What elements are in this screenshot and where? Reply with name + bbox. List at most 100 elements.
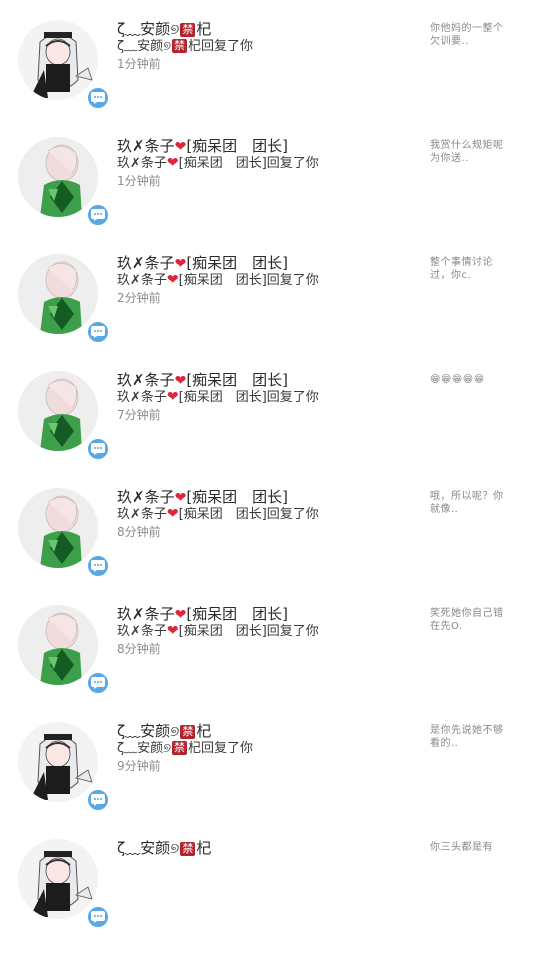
- username-prefix: ζ﹏安颜୭: [117, 722, 180, 740]
- notification-text: 玖✗条子❤[痴呆团 团长] 玖✗条子❤[痴呆团 团长]回复了你 1分钟前: [117, 137, 417, 190]
- reply-prefix: 玖✗条子: [117, 624, 167, 639]
- avatar-container[interactable]: [18, 722, 110, 812]
- avatar[interactable]: [18, 254, 98, 334]
- chat-bubble-icon: [86, 86, 110, 110]
- notification-text: 玖✗条子❤[痴呆团 团长] 玖✗条子❤[痴呆团 团长]回复了你 2分钟前: [117, 254, 417, 307]
- username-suffix: 杞: [196, 722, 212, 740]
- reply-prefix: 玖✗条子: [117, 273, 167, 288]
- comment-preview[interactable]: 你他妈的一整个欠训要..: [430, 22, 505, 48]
- comment-preview[interactable]: 整个事情讨论过，你c.: [430, 256, 505, 282]
- reply-suffix: 杞回复了你: [188, 39, 254, 54]
- username[interactable]: 玖✗条子❤[痴呆团 团长]: [117, 605, 417, 623]
- chat-bubble-icon: [86, 203, 110, 227]
- timestamp: 8分钟前: [117, 525, 161, 539]
- comment-preview[interactable]: 笑死她你自己错在先O.: [430, 607, 505, 633]
- reply-suffix: [痴呆团 团长]回复了你: [178, 156, 319, 171]
- reply-prefix: ζ﹏安颜୭: [117, 39, 172, 54]
- username[interactable]: ζ﹏安颜୭ 禁杞: [117, 839, 417, 857]
- username[interactable]: 玖✗条子❤[痴呆团 团长]: [117, 488, 417, 506]
- timestamp: 1分钟前: [117, 57, 161, 71]
- heart-icon: ❤: [166, 623, 179, 639]
- heart-icon: ❤: [174, 490, 187, 506]
- notification-text: ζ﹏安颜୭ 禁杞 ζ﹏安颜୭ 禁杞回复了你 1分钟前: [117, 20, 417, 73]
- reply-prefix: 玖✗条子: [117, 507, 167, 522]
- notification-item[interactable]: ζ﹏安颜୭ 禁杞 ζ﹏安颜୭ 禁杞回复了你 1分钟前 你他妈的一整个欠训要..: [0, 20, 533, 137]
- username-suffix: 杞: [196, 839, 212, 857]
- username[interactable]: 玖✗条子❤[痴呆团 团长]: [117, 254, 417, 272]
- username-prefix: 玖✗条子: [117, 488, 175, 506]
- reply-suffix: 杞回复了你: [188, 741, 254, 756]
- heart-icon: ❤: [174, 607, 187, 623]
- reply-prefix: 玖✗条子: [117, 156, 167, 171]
- heart-icon: ❤: [166, 389, 179, 405]
- heart-icon: ❤: [166, 155, 179, 171]
- avatar-container[interactable]: [18, 254, 110, 344]
- reply-suffix: [痴呆团 团长]回复了你: [178, 624, 319, 639]
- reply-prefix: ζ﹏安颜୭: [117, 741, 172, 756]
- chat-bubble-icon: [86, 320, 110, 344]
- avatar-container[interactable]: [18, 20, 110, 110]
- notification-item[interactable]: 玖✗条子❤[痴呆团 团长] 玖✗条子❤[痴呆团 团长]回复了你 2分钟前 整个事情讨论…: [0, 254, 533, 371]
- username-prefix: 玖✗条子: [117, 137, 175, 155]
- heart-icon: ❤: [174, 373, 187, 389]
- username-suffix: [痴呆团 团长]: [186, 137, 289, 155]
- notification-item[interactable]: ζ﹏安颜୭ 禁杞你三头都是有: [0, 839, 533, 956]
- reply-line: 玖✗条子❤[痴呆团 团长]回复了你: [117, 506, 417, 523]
- reply-line: 玖✗条子❤[痴呆团 团长]回复了你: [117, 389, 417, 406]
- username-prefix: 玖✗条子: [117, 605, 175, 623]
- chat-bubble-icon: [86, 554, 110, 578]
- comment-preview[interactable]: 😁😁😁😁😁: [430, 373, 505, 386]
- username[interactable]: ζ﹏安颜୭ 禁杞: [117, 722, 417, 740]
- avatar-container[interactable]: [18, 839, 110, 929]
- avatar-container[interactable]: [18, 488, 110, 578]
- reply-line: 玖✗条子❤[痴呆团 团长]回复了你: [117, 623, 417, 640]
- reply-suffix: [痴呆团 团长]回复了你: [178, 390, 319, 405]
- username-suffix: 杞: [196, 20, 212, 38]
- reply-suffix: [痴呆团 团长]回复了你: [178, 507, 319, 522]
- reply-line: [117, 857, 417, 874]
- avatar-container[interactable]: [18, 137, 110, 227]
- notification-text: ζ﹏安颜୭ 禁杞 ζ﹏安颜୭ 禁杞回复了你 9分钟前: [117, 722, 417, 775]
- notification-item[interactable]: 玖✗条子❤[痴呆团 团长] 玖✗条子❤[痴呆团 团长]回复了你 7分钟前 😁😁😁😁😁: [0, 371, 533, 488]
- ban-badge: 禁: [172, 39, 188, 53]
- username[interactable]: 玖✗条子❤[痴呆团 团长]: [117, 371, 417, 389]
- heart-icon: ❤: [174, 139, 187, 155]
- notification-item[interactable]: 玖✗条子❤[痴呆团 团长] 玖✗条子❤[痴呆团 团长]回复了你 1分钟前 我赏什么规矩…: [0, 137, 533, 254]
- avatar[interactable]: [18, 371, 98, 451]
- username-prefix: ζ﹏安颜୭: [117, 20, 180, 38]
- comment-preview[interactable]: 是你先说她不够看的..: [430, 724, 505, 750]
- username-suffix: [痴呆团 团长]: [186, 371, 289, 389]
- username-suffix: [痴呆团 团长]: [186, 254, 289, 272]
- username[interactable]: ζ﹏安颜୭ 禁杞: [117, 20, 417, 38]
- avatar[interactable]: [18, 839, 98, 919]
- ban-badge: 禁: [172, 741, 188, 755]
- avatar[interactable]: [18, 605, 98, 685]
- notification-text: ζ﹏安颜୭ 禁杞: [117, 839, 417, 875]
- chat-bubble-icon: [86, 905, 110, 929]
- notification-item[interactable]: 玖✗条子❤[痴呆团 团长] 玖✗条子❤[痴呆团 团长]回复了你 8分钟前 笑死她你自己…: [0, 605, 533, 722]
- username[interactable]: 玖✗条子❤[痴呆团 团长]: [117, 137, 417, 155]
- username-suffix: [痴呆团 团长]: [186, 605, 289, 623]
- timestamp: 7分钟前: [117, 408, 161, 422]
- notification-item[interactable]: 玖✗条子❤[痴呆团 团长] 玖✗条子❤[痴呆团 团长]回复了你 8分钟前 哦，所以呢？…: [0, 488, 533, 605]
- notification-item[interactable]: ζ﹏安颜୭ 禁杞 ζ﹏安颜୭ 禁杞回复了你 9分钟前 是你先说她不够看的..: [0, 722, 533, 839]
- timestamp: 8分钟前: [117, 642, 161, 656]
- timestamp: 2分钟前: [117, 291, 161, 305]
- notification-text: 玖✗条子❤[痴呆团 团长] 玖✗条子❤[痴呆团 团长]回复了你 8分钟前: [117, 488, 417, 541]
- username-prefix: 玖✗条子: [117, 371, 175, 389]
- avatar[interactable]: [18, 137, 98, 217]
- avatar-container[interactable]: [18, 605, 110, 695]
- username-suffix: [痴呆团 团长]: [186, 488, 289, 506]
- reply-line: 玖✗条子❤[痴呆团 团长]回复了你: [117, 155, 417, 172]
- heart-icon: ❤: [174, 256, 187, 272]
- heart-icon: ❤: [166, 272, 179, 288]
- comment-preview[interactable]: 我赏什么规矩呢为你送..: [430, 139, 505, 165]
- avatar[interactable]: [18, 20, 98, 100]
- avatar[interactable]: [18, 722, 98, 802]
- comment-preview[interactable]: 哦，所以呢？你就像..: [430, 490, 505, 516]
- chat-bubble-icon: [86, 788, 110, 812]
- avatar[interactable]: [18, 488, 98, 568]
- username-prefix: 玖✗条子: [117, 254, 175, 272]
- comment-preview[interactable]: 你三头都是有: [430, 841, 505, 854]
- avatar-container[interactable]: [18, 371, 110, 461]
